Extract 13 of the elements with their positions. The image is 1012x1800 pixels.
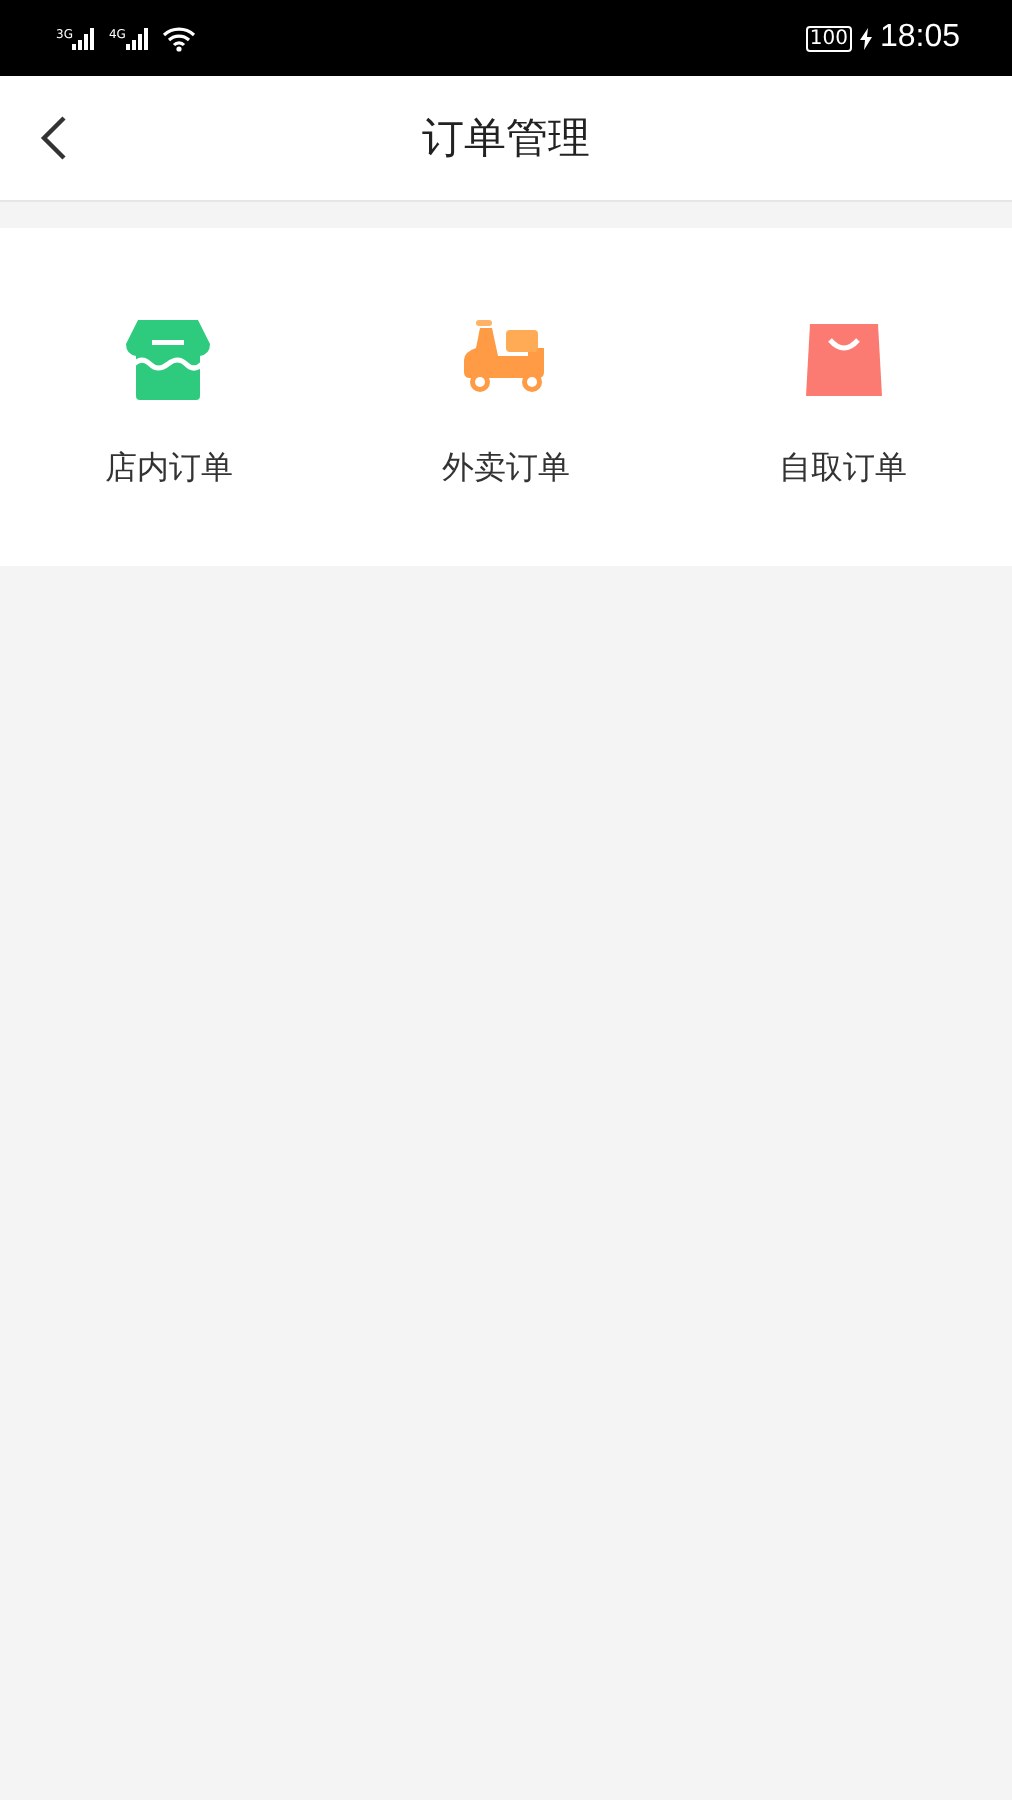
signal-icon [125, 27, 150, 49]
store-icon[interactable] [126, 320, 211, 400]
order-type-label[interactable]: 自取订单 [779, 448, 908, 490]
signal-icon [72, 27, 97, 49]
page-title: 订单管理 [422, 112, 590, 166]
back-icon[interactable] [40, 114, 68, 162]
order-type-label[interactable]: 店内订单 [104, 448, 233, 490]
order-type-label[interactable]: 外卖订单 [441, 448, 570, 490]
battery-level: 100 [805, 25, 852, 51]
clock: 18:05 [879, 20, 960, 56]
bag-icon[interactable] [803, 320, 884, 400]
wifi-icon [161, 25, 196, 51]
charging-icon [859, 27, 872, 49]
